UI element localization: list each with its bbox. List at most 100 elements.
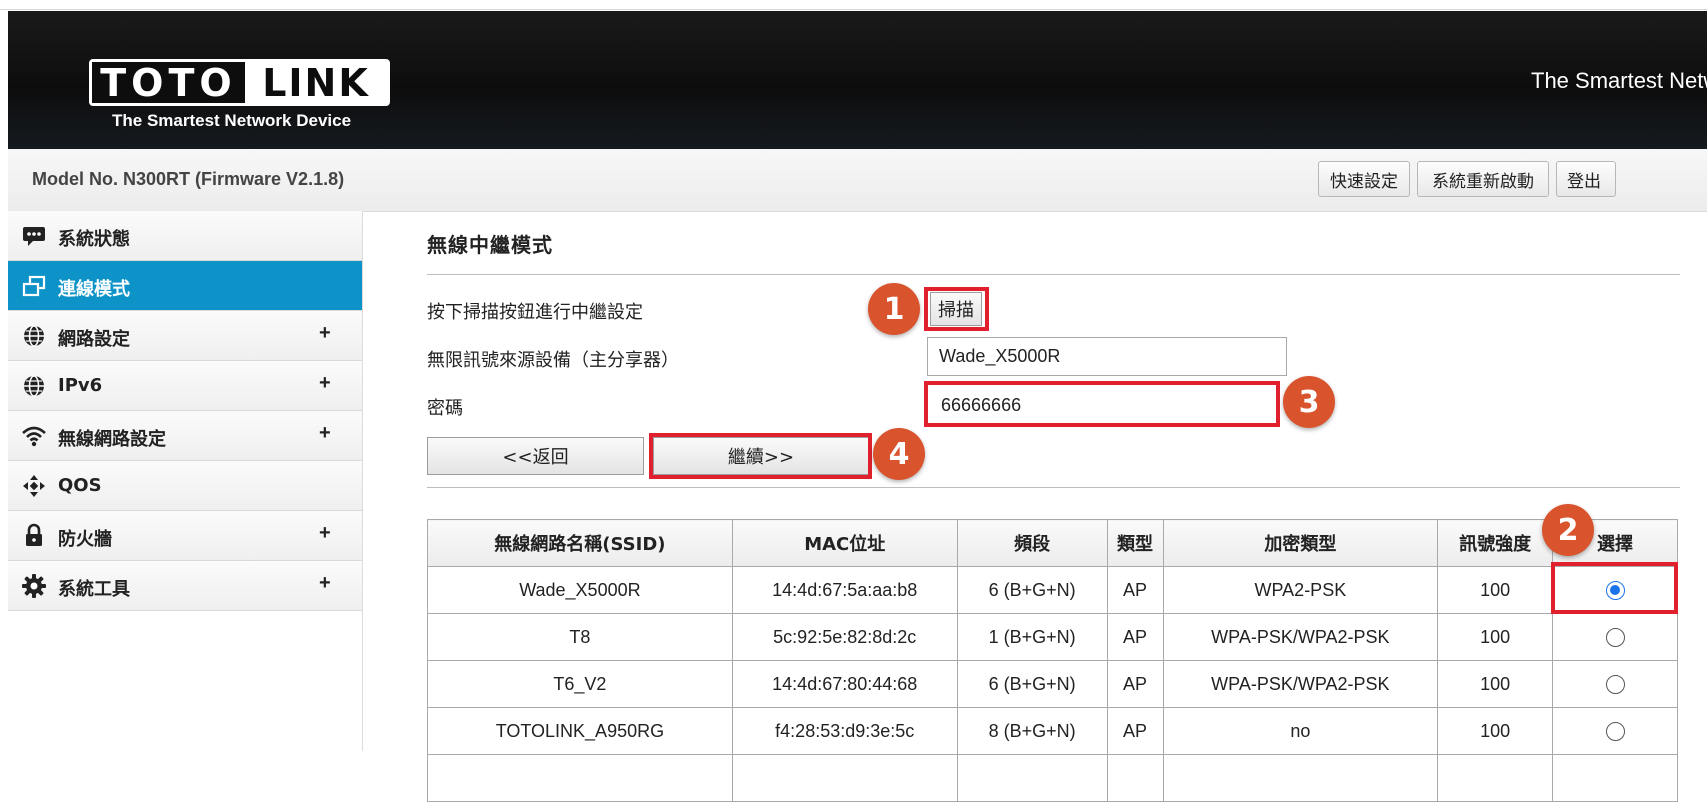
cell-ssid: TOTOLINK_A950RG: [427, 707, 733, 755]
sidebar-item-wireless-settings[interactable]: 無線網路設定 +: [8, 411, 362, 461]
header-banner: TOTO LINK The Smartest Network Device Th…: [8, 11, 1707, 149]
cell-type: AP: [1106, 660, 1164, 708]
cell-select: [1552, 613, 1678, 661]
select-radio[interactable]: [1605, 675, 1625, 695]
column-header-mac: MAC位址: [731, 519, 958, 567]
step-badge-1: 1: [868, 283, 920, 335]
cell-encryption: WPA-PSK/WPA2-PSK: [1162, 660, 1439, 708]
column-header-signal: 訊號強度: [1437, 519, 1554, 567]
cell-mac: 14:4d:67:80:44:68: [731, 660, 958, 708]
cell-empty: [1552, 754, 1678, 802]
expand-plus-icon[interactable]: +: [319, 572, 331, 595]
sidebar-item-label: 系統狀態: [58, 229, 130, 250]
reboot-button[interactable]: 系統重新啟動: [1417, 161, 1549, 197]
cell-type: AP: [1106, 613, 1164, 661]
step-badge-2: 2: [1542, 504, 1594, 556]
cell-empty: [1106, 754, 1164, 802]
cell-ssid: T8: [427, 613, 733, 661]
sidebar-item-label: 連線模式: [58, 279, 130, 300]
cell-empty: [956, 754, 1108, 802]
logo-box: TOTO LINK: [89, 59, 390, 106]
password-label: 密碼: [427, 398, 463, 419]
scan-prompt-label: 按下掃描按鈕進行中繼設定: [427, 302, 643, 323]
logout-button[interactable]: 登出: [1556, 161, 1616, 197]
table-row[interactable]: Wade_X5000R 14:4d:67:5a:aa:b8 6 (B+G+N) …: [427, 566, 1678, 614]
highlight-continue: [649, 433, 872, 479]
table-row[interactable]: [427, 754, 1678, 802]
sidebar-item-firewall[interactable]: 防火牆 +: [8, 511, 362, 561]
source-ssid-field[interactable]: Wade_X5000R: [927, 337, 1287, 376]
globe-icon: [24, 325, 44, 347]
highlight-select-radio: [1551, 562, 1678, 614]
page-title: 無線中繼模式: [427, 233, 553, 257]
cell-ssid: Wade_X5000R: [427, 566, 733, 614]
divider: [427, 487, 1680, 488]
chat-bubble-icon: [23, 227, 45, 246]
cell-signal: 100: [1437, 707, 1554, 755]
table-row[interactable]: T6_V2 14:4d:67:80:44:68 6 (B+G+N) AP WPA…: [427, 660, 1678, 708]
logo-text-left: TOTO: [92, 61, 245, 105]
wifi-icon: [22, 426, 46, 447]
sidebar-item-network-settings[interactable]: 網路設定 +: [8, 311, 362, 361]
cell-encryption: WPA2-PSK: [1162, 566, 1439, 614]
sidebar-item-connection-mode[interactable]: 連線模式: [8, 261, 362, 311]
cell-type: AP: [1106, 566, 1164, 614]
sidebar-item-label: IPv6: [58, 375, 103, 396]
highlight-password: [924, 381, 1280, 427]
divider: [427, 274, 1680, 275]
cell-signal: 100: [1437, 613, 1554, 661]
logo-tagline: The Smartest Network Device: [112, 111, 352, 130]
cell-empty: [1437, 754, 1554, 802]
cell-band: 6 (B+G+N): [956, 566, 1108, 614]
sidebar-item-qos[interactable]: QOS: [8, 461, 362, 511]
sidebar-item-system-tools[interactable]: 系統工具 +: [8, 561, 362, 611]
table-row[interactable]: T8 5c:92:5e:82:8d:2c 1 (B+G+N) AP WPA-PS…: [427, 613, 1678, 661]
cell-empty: [1162, 754, 1439, 802]
column-header-band: 頻段: [956, 519, 1108, 567]
back-button[interactable]: <<返回: [427, 437, 644, 475]
expand-plus-icon[interactable]: +: [319, 522, 331, 545]
cell-band: 6 (B+G+N): [956, 660, 1108, 708]
cell-select: [1552, 660, 1678, 708]
cell-encryption: WPA-PSK/WPA2-PSK: [1162, 613, 1439, 661]
cell-mac: f4:28:53:d9:3e:5c: [731, 707, 958, 755]
model-number: Model No. N300RT (Firmware V2.1.8): [32, 169, 345, 189]
source-device-label: 無限訊號來源設備（主分享器）: [427, 350, 679, 371]
column-header-encryption: 加密類型: [1162, 519, 1439, 567]
column-header-type: 類型: [1106, 519, 1164, 567]
select-radio[interactable]: [1605, 628, 1625, 648]
quick-setup-button[interactable]: 快速設定: [1318, 161, 1410, 197]
select-radio[interactable]: [1605, 722, 1625, 742]
column-header-ssid: 無線網路名稱(SSID): [427, 519, 733, 567]
cell-empty: [731, 754, 958, 802]
table-header-row: 無線網路名稱(SSID) MAC位址 頻段 類型 加密類型 訊號強度 選擇: [427, 519, 1678, 567]
expand-plus-icon[interactable]: +: [319, 372, 331, 395]
cell-band: 1 (B+G+N): [956, 613, 1108, 661]
sidebar-item-system-status[interactable]: 系統狀態: [8, 211, 362, 261]
window-top-border: [0, 0, 1707, 10]
cell-signal: 100: [1437, 660, 1554, 708]
cell-mac: 5c:92:5e:82:8d:2c: [731, 613, 958, 661]
sidebar-item-label: 防火牆: [58, 529, 112, 550]
windows-icon: [22, 275, 46, 297]
site-survey-table: 無線網路名稱(SSID) MAC位址 頻段 類型 加密類型 訊號強度 選擇 Wa…: [427, 519, 1678, 802]
cell-encryption: no: [1162, 707, 1439, 755]
lock-icon: [26, 523, 42, 546]
table-row[interactable]: TOTOLINK_A950RG f4:28:53:d9:3e:5c 8 (B+G…: [427, 707, 1678, 755]
sidebar-item-ipv6[interactable]: IPv6 +: [8, 361, 362, 411]
sidebar-item-label: 無線網路設定: [58, 429, 166, 450]
cell-ssid: T6_V2: [427, 660, 733, 708]
cell-type: AP: [1106, 707, 1164, 755]
header-slogan: The Smartest Network Device: [1531, 68, 1707, 93]
logo-text-right: LINK: [245, 61, 387, 105]
highlight-scan: [924, 287, 989, 331]
cell-select: [1552, 707, 1678, 755]
model-bar: Model No. N300RT (Firmware V2.1.8) 快速設定 …: [8, 149, 1707, 212]
totolink-logo: TOTO LINK The Smartest Network Device: [81, 46, 396, 146]
gear-icon: [22, 574, 46, 598]
expand-plus-icon[interactable]: +: [319, 322, 331, 345]
globe-icon: [24, 375, 44, 397]
cell-mac: 14:4d:67:5a:aa:b8: [731, 566, 958, 614]
sidebar: 系統狀態 連線模式 網路設定 + IPv6 + 無線網路設定 + QOS 防火牆…: [8, 211, 363, 751]
expand-plus-icon[interactable]: +: [319, 422, 331, 445]
